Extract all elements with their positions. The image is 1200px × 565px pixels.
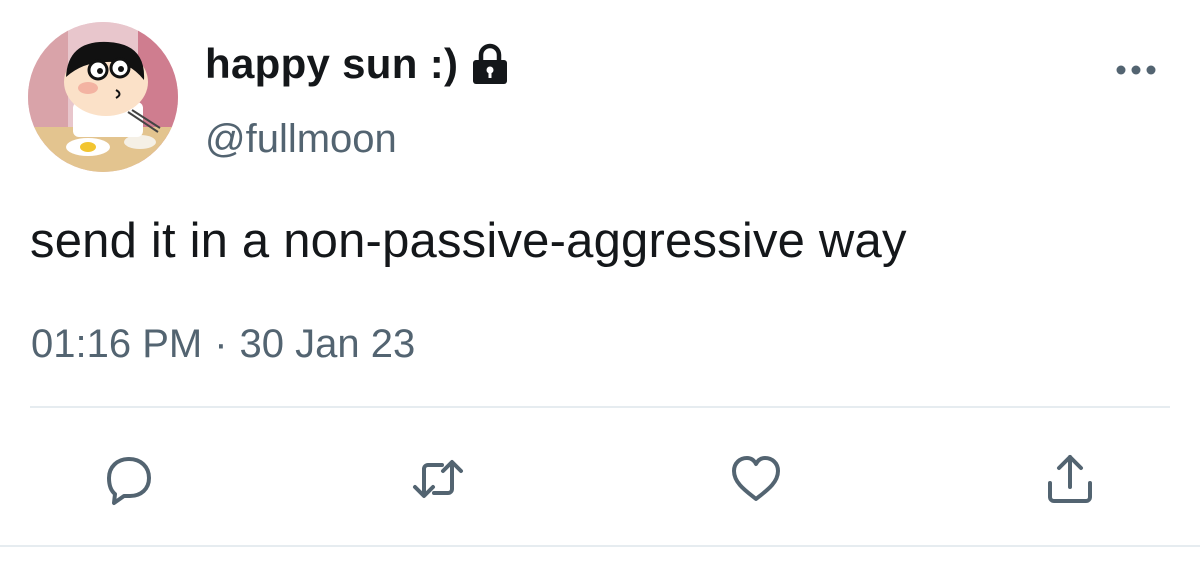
- tweet-timestamp[interactable]: 01:16 PM · 30 Jan 23: [31, 322, 415, 367]
- divider: [30, 406, 1170, 408]
- like-button[interactable]: [728, 451, 784, 507]
- more-options-button[interactable]: [1112, 55, 1160, 85]
- heart-icon: [732, 456, 780, 501]
- display-name-text: happy sun :): [205, 40, 459, 87]
- retweet-button[interactable]: [410, 451, 466, 507]
- user-handle[interactable]: @fullmoon: [205, 117, 397, 162]
- cartoon-avatar-icon: [28, 22, 178, 172]
- tweet-card: happy sun :) @fullmoon send it in a non-…: [0, 0, 1200, 565]
- tweet-text: send it in a non-passive-aggressive way: [30, 214, 907, 268]
- share-button[interactable]: [1042, 451, 1098, 507]
- tweet-date: 30 Jan 23: [239, 322, 416, 366]
- bottom-divider: [0, 545, 1200, 547]
- reply-button[interactable]: [101, 451, 157, 507]
- tweet-time: 01:16 PM: [31, 322, 203, 366]
- retweet-icon: [413, 460, 463, 498]
- user-avatar[interactable]: [28, 22, 178, 172]
- display-name[interactable]: happy sun :): [205, 40, 510, 88]
- timestamp-separator: ·: [214, 322, 228, 366]
- more-dots-icon: [1116, 65, 1156, 75]
- reply-icon: [107, 457, 151, 505]
- share-icon: [1048, 455, 1092, 503]
- lock-icon: [470, 43, 510, 85]
